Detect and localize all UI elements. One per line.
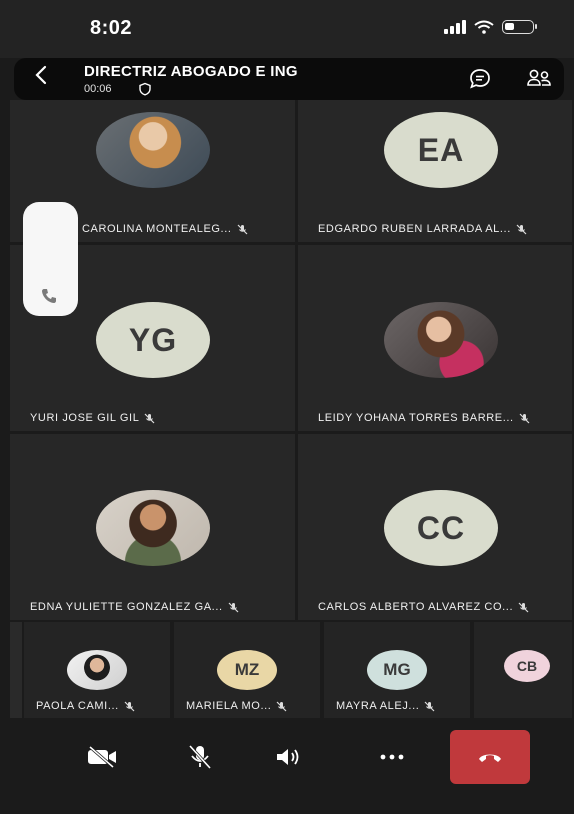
mic-off-icon [519, 413, 530, 423]
participant-tile[interactable]: EDNA YULIETTE GONZALEZ GA... [10, 434, 295, 620]
participant-name: MAYRA ALEJ... [336, 700, 420, 712]
mic-off-icon [188, 744, 212, 770]
participant-avatar: MG [367, 650, 427, 690]
participant-name: MARIELA MO... [186, 700, 272, 712]
call-duration: 00:06 [84, 83, 112, 95]
people-icon [527, 69, 551, 86]
participant-photo [67, 650, 127, 690]
video-off-icon [88, 746, 116, 768]
participant-tile[interactable]: EA EDGARDO RUBEN LARRADA AL... [298, 100, 572, 242]
participant-tile[interactable]: CC CARLOS ALBERTO ALVAREZ CO... [298, 434, 572, 620]
participant-name-row: EDGARDO RUBEN LARRADA AL... [318, 223, 527, 235]
participant-name: EDGARDO RUBEN LARRADA AL... [318, 223, 511, 235]
mic-off-icon [516, 224, 527, 234]
participant-name-row: CARLOS ALBERTO ALVAREZ CO... [318, 601, 529, 613]
mic-off-icon [277, 701, 287, 711]
phone-icon [42, 289, 56, 303]
participant-avatar: EA [384, 112, 498, 188]
participant-name-row: PAOLA CAMI... [36, 700, 135, 712]
participant-name: EDNA YULIETTE GONZALEZ GA... [30, 601, 223, 613]
participant-name-row: CAROLINA MONTEALEG... [82, 223, 248, 235]
mic-off-icon [228, 602, 239, 612]
signal-icon [444, 20, 466, 34]
more-icon [380, 754, 404, 760]
call-controls [0, 720, 574, 814]
back-button[interactable] [34, 64, 48, 93]
participant-strip-tile[interactable]: MZ MARIELA MO... [174, 622, 320, 718]
participant-photo [96, 112, 210, 188]
end-call-button[interactable] [450, 730, 530, 784]
participant-avatar: CB [504, 650, 550, 682]
speaker-button[interactable] [248, 730, 328, 784]
status-time: 8:02 [90, 17, 133, 39]
participant-strip-tile[interactable]: MG MAYRA ALEJ... [324, 622, 470, 718]
participant-name: LEIDY YOHANA TORRES BARRE... [318, 412, 514, 424]
chat-icon [470, 69, 490, 89]
participant-strip: PAOLA CAMI... MZ MARIELA MO... MG MAYRA … [10, 622, 572, 718]
participant-name-row: MAYRA ALEJ... [336, 700, 435, 712]
battery-icon [502, 20, 537, 34]
mic-off-icon [145, 413, 155, 423]
status-icons [444, 20, 537, 34]
participant-name: PAOLA CAMI... [36, 700, 119, 712]
status-bar: 8:02 [0, 0, 574, 58]
participant-strip-tile[interactable]: CB [474, 622, 572, 718]
participant-avatar: CC [384, 490, 498, 566]
mic-off-icon [518, 602, 529, 612]
participant-avatar: YG [96, 302, 210, 378]
participants-button[interactable] [526, 67, 552, 96]
participant-name: YURI JOSE GIL GIL [30, 412, 140, 424]
participant-name-row: EDNA YULIETTE GONZALEZ GA... [30, 601, 239, 613]
participant-name: CARLOS ALBERTO ALVAREZ CO... [318, 601, 514, 613]
speaker-icon [277, 749, 299, 765]
participant-name-row: YURI JOSE GIL GIL [30, 412, 155, 424]
shield-icon [139, 82, 151, 96]
more-options-button[interactable] [352, 730, 432, 784]
chat-button[interactable] [468, 67, 492, 96]
mic-off-icon [124, 701, 135, 711]
hang-up-icon [479, 754, 501, 762]
floating-call-pill[interactable] [23, 202, 78, 316]
participant-name-row: MARIELA MO... [186, 700, 287, 712]
camera-toggle-button[interactable] [62, 730, 142, 784]
participant-tile[interactable]: LEIDY YOHANA TORRES BARRE... [298, 245, 572, 431]
mic-toggle-button[interactable] [160, 730, 240, 784]
participant-photo [384, 302, 498, 378]
mic-off-icon [424, 701, 435, 711]
participant-photo [96, 490, 210, 566]
participant-name: CAROLINA MONTEALEG... [82, 223, 232, 235]
chevron-left-icon [35, 65, 47, 85]
participant-avatar: MZ [217, 650, 277, 690]
strip-edge [10, 622, 22, 718]
mic-off-icon [237, 224, 247, 234]
participant-name-row: LEIDY YOHANA TORRES BARRE... [318, 412, 530, 424]
participant-strip-tile[interactable]: PAOLA CAMI... [24, 622, 170, 718]
wifi-icon [474, 20, 494, 34]
participant-grid: CAROLINA MONTEALEG... EA EDGARDO RUBEN L… [10, 100, 572, 620]
meeting-title: DIRECTRIZ ABOGADO E ING [84, 63, 298, 80]
call-header: DIRECTRIZ ABOGADO E ING 00:06 [14, 58, 564, 100]
